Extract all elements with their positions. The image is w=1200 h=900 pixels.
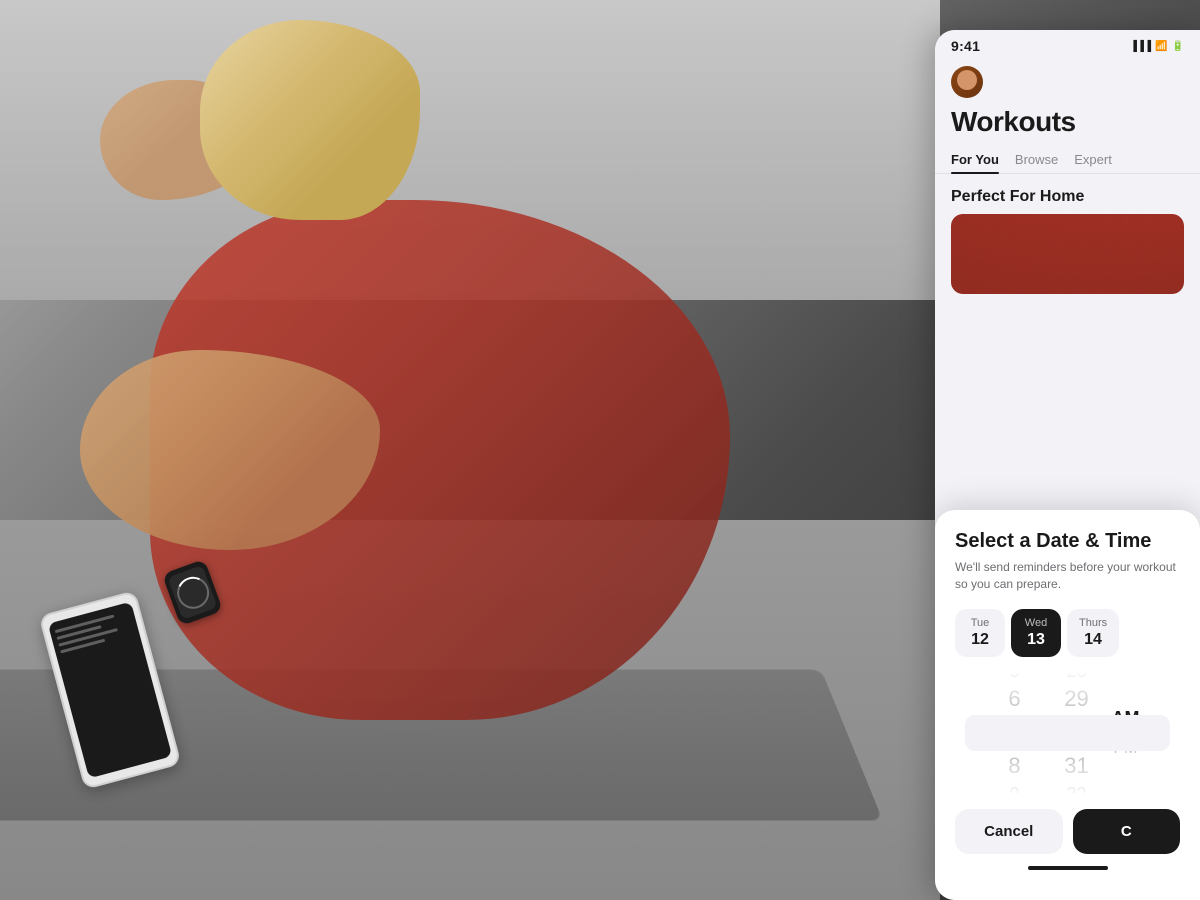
workout-card-preview[interactable] <box>951 214 1184 294</box>
hour-6: 6 <box>1008 684 1020 715</box>
datetime-modal: Select a Date & Time We'll send reminder… <box>935 510 1200 900</box>
tab-bar: For You Browse Expert <box>935 146 1200 174</box>
min-31: 31 <box>1064 751 1088 782</box>
date-num-wed: 13 <box>1027 631 1045 649</box>
wifi-icon: 📶 <box>1155 41 1167 52</box>
date-day-wed: Wed <box>1025 617 1047 629</box>
date-day-tue: Tue <box>971 617 990 629</box>
phone-ui-panel: 9:41 ▐▐▐ 📶 🔋 Workouts For You Browse Exp… <box>935 30 1200 900</box>
modal-subtitle: We'll send reminders before your workout… <box>955 559 1180 593</box>
hour-5: 5 <box>1009 673 1019 684</box>
status-time: 9:41 <box>951 38 980 54</box>
selection-indicator <box>965 715 1170 751</box>
tab-browse[interactable]: Browse <box>1015 146 1058 173</box>
cancel-button[interactable]: Cancel <box>955 809 1063 854</box>
home-indicator <box>1028 866 1108 870</box>
min-29: 29 <box>1064 684 1088 715</box>
avatar-row[interactable] <box>935 58 1200 102</box>
date-pill-wed[interactable]: Wed 13 <box>1011 609 1061 657</box>
modal-title: Select a Date & Time <box>955 530 1180 553</box>
min-28: 28 <box>1066 673 1086 684</box>
date-selector: Tue 12 Wed 13 Thurs 14 <box>955 609 1180 657</box>
hour-8: 8 <box>1008 751 1020 782</box>
status-icons: ▐▐▐ 📶 🔋 <box>1130 41 1184 52</box>
date-num-thu: 14 <box>1084 631 1102 649</box>
battery-icon: 🔋 <box>1172 41 1184 52</box>
date-pill-tue[interactable]: Tue 12 <box>955 609 1005 657</box>
signal-icon: ▐▐▐ <box>1130 41 1151 52</box>
tab-expert[interactable]: Expert <box>1074 146 1112 173</box>
date-num-tue: 12 <box>971 631 989 649</box>
time-picker[interactable]: 5 6 7 8 9 28 29 30 31 32 AM PM <box>955 673 1180 793</box>
person-head <box>200 20 420 220</box>
confirm-button[interactable]: C <box>1073 809 1181 854</box>
section-title: Perfect For Home <box>935 174 1200 214</box>
date-pill-thu[interactable]: Thurs 14 <box>1067 609 1119 657</box>
status-bar: 9:41 ▐▐▐ 📶 🔋 <box>935 30 1200 58</box>
modal-buttons: Cancel C <box>955 809 1180 854</box>
min-32: 32 <box>1066 782 1086 793</box>
avatar[interactable] <box>951 66 983 98</box>
page-title: Workouts <box>935 102 1200 146</box>
hour-9: 9 <box>1009 782 1019 793</box>
date-day-thu: Thurs <box>1079 617 1107 629</box>
tab-for-you[interactable]: For You <box>951 146 999 173</box>
